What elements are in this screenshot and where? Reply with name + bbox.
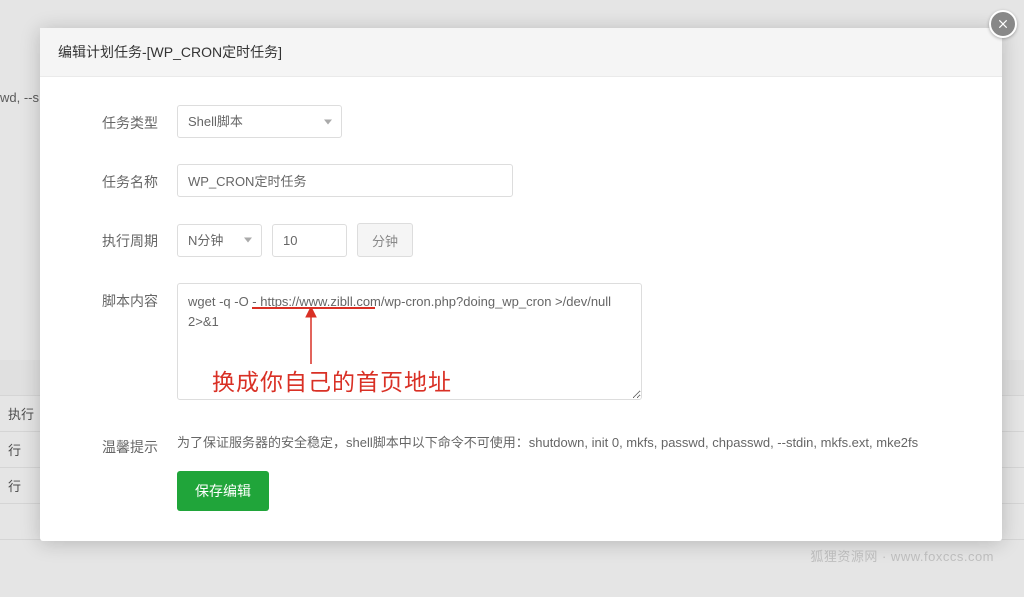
close-icon [996,17,1010,31]
period-row: 执行周期 N分钟 分钟 [58,223,984,257]
task-type-label: 任务类型 [102,105,177,133]
period-label: 执行周期 [102,223,177,251]
modal-body: 任务类型 Shell脚本 任务名称 执行周期 [40,77,1002,541]
task-name-row: 任务名称 [58,164,984,197]
hint-label: 温馨提示 [102,429,177,457]
watermark: 狐狸资源网 · www.foxccs.com [810,546,994,565]
save-button[interactable]: 保存编辑 [177,471,269,511]
script-row: 脚本内容 wget -q -O - https://www.zibll.com/… [58,283,984,403]
save-row: 保存编辑 [58,465,984,511]
modal-title: 编辑计划任务-[WP_CRON定时任务] [40,28,1002,77]
period-value-input[interactable] [272,224,347,257]
period-select[interactable]: N分钟 [177,224,262,257]
script-label: 脚本内容 [102,283,177,311]
close-button[interactable] [989,10,1017,38]
period-unit-label: 分钟 [357,223,413,257]
annotation-arrow-icon [301,307,321,367]
task-name-input[interactable] [177,164,513,197]
task-type-row: 任务类型 Shell脚本 [58,105,984,138]
annotation-text: 换成你自己的首页地址 [212,363,452,397]
edit-cron-modal: 编辑计划任务-[WP_CRON定时任务] 任务类型 Shell脚本 任务名称 [40,28,1002,541]
task-name-label: 任务名称 [102,164,177,192]
task-type-select[interactable]: Shell脚本 [177,105,342,138]
hint-row: 温馨提示 为了保证服务器的安全稳定，shell脚本中以下命令不可使用：shutd… [58,429,984,457]
hint-text: 为了保证服务器的安全稳定，shell脚本中以下命令不可使用：shutdown, … [177,429,918,454]
